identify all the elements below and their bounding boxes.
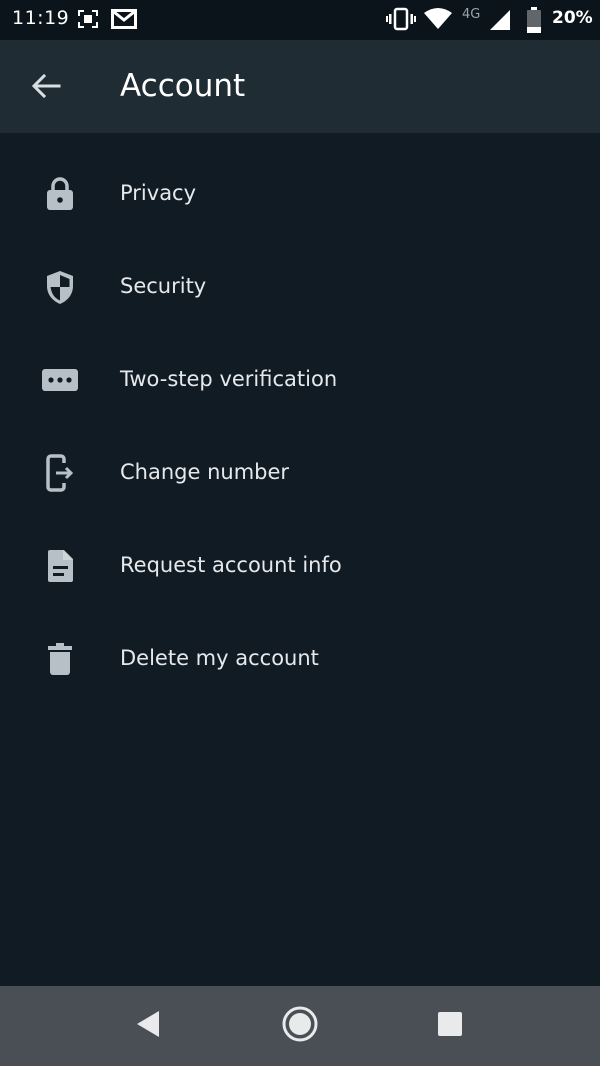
trash-icon <box>38 639 82 679</box>
gmail-icon <box>111 8 137 30</box>
status-bar: 11:19 4G 20% <box>0 0 600 40</box>
menu-item-label: Privacy <box>120 181 197 205</box>
menu-item-delete-account[interactable]: Delete my account <box>0 613 600 706</box>
nav-back-icon <box>134 1009 162 1043</box>
menu-item-change-number[interactable]: Change number <box>0 427 600 520</box>
battery-icon <box>526 7 542 37</box>
document-icon <box>38 546 82 586</box>
lock-icon <box>38 174 82 214</box>
nav-home-icon <box>281 1005 319 1047</box>
vibrate-icon <box>386 6 416 36</box>
back-button[interactable] <box>22 64 70 112</box>
menu-item-privacy[interactable]: Privacy <box>0 148 600 241</box>
menu-item-label: Two-step verification <box>120 367 338 391</box>
battery-percent: 20% <box>552 8 593 28</box>
app-bar: Account <box>0 40 600 133</box>
wifi-icon <box>424 8 452 34</box>
menu-item-request-account-info[interactable]: Request account info <box>0 520 600 613</box>
phone-exit-icon <box>38 453 82 493</box>
account-menu: Privacy Security Two-step verification C… <box>0 148 600 706</box>
status-time: 11:19 <box>12 7 70 29</box>
arrow-left-icon <box>31 73 61 103</box>
page-title: Account <box>120 68 246 104</box>
dots-password-icon <box>38 360 82 400</box>
system-nav-bar <box>0 986 600 1066</box>
shield-icon <box>38 267 82 307</box>
nav-recents-button[interactable] <box>428 1004 472 1048</box>
menu-item-security[interactable]: Security <box>0 241 600 334</box>
screenshot-icon <box>76 8 100 30</box>
nav-home-button[interactable] <box>278 1004 322 1048</box>
menu-item-label: Request account info <box>120 553 342 577</box>
network-type-label: 4G <box>462 7 481 22</box>
signal-icon <box>488 8 512 36</box>
nav-back-button[interactable] <box>126 1004 170 1048</box>
menu-item-label: Change number <box>120 460 290 484</box>
menu-item-two-step-verification[interactable]: Two-step verification <box>0 334 600 427</box>
menu-item-label: Security <box>120 274 207 298</box>
nav-recents-icon <box>436 1010 464 1042</box>
menu-item-label: Delete my account <box>120 646 319 670</box>
